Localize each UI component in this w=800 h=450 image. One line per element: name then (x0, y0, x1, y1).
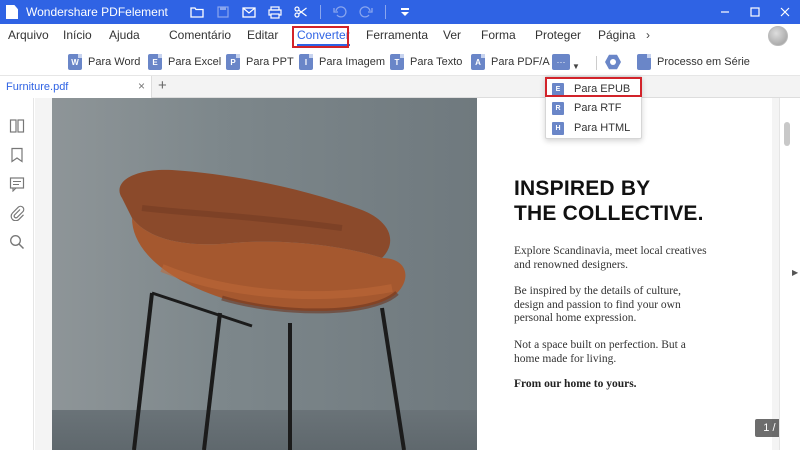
to-image-button[interactable]: I Para Imagem (299, 52, 385, 72)
scrollbar-thumb[interactable] (784, 122, 790, 146)
dropdown-item-to-html[interactable]: H Para HTML (546, 118, 641, 138)
app-logo-icon (0, 0, 24, 24)
toolbar-separator (384, 5, 386, 19)
menu-proteger[interactable]: Proteger (535, 28, 581, 42)
menu-editar[interactable]: Editar (247, 28, 278, 42)
menu-overflow-chevron-icon[interactable]: › (646, 28, 650, 42)
to-text-label: Para Texto (410, 56, 463, 68)
to-excel-label: Para Excel (168, 56, 222, 68)
to-word-button[interactable]: W Para Word (68, 52, 140, 72)
menu-ferramenta[interactable]: Ferramenta (366, 28, 428, 42)
attachment-icon[interactable] (9, 205, 25, 221)
ppt-doc-icon: P (226, 54, 240, 70)
to-html-label: Para HTML (574, 122, 631, 134)
menu-pagina[interactable]: Página (598, 28, 635, 42)
menu-bar: Arquivo Início Ajuda Comentário Editar C… (0, 24, 800, 48)
avatar[interactable] (768, 26, 788, 46)
to-pdfa-button[interactable]: A Para PDF/A (471, 52, 550, 72)
heading-line-2: THE COLLECTIVE. (514, 202, 704, 225)
document-tab-bar: Furniture.pdf × + (0, 76, 800, 98)
vertical-scrollbar[interactable]: ▶ (779, 98, 800, 450)
convert-toolbar: W Para Word E Para Excel P Para PPT I Pa… (0, 48, 800, 76)
to-word-label: Para Word (88, 56, 141, 68)
para2-line1: Be inspired by the details of culture, (514, 285, 682, 297)
document-heading: INSPIRED BY THE COLLECTIVE. (514, 176, 704, 226)
undo-icon[interactable] (327, 0, 353, 24)
to-ppt-button[interactable]: P Para PPT (226, 52, 294, 72)
menu-comentario[interactable]: Comentário (169, 28, 231, 42)
minimize-icon[interactable] (710, 0, 740, 24)
chair-illustration (119, 169, 406, 450)
maximize-icon[interactable] (740, 0, 770, 24)
paragraph-3: Not a space built on perfection. But a h… (514, 339, 744, 366)
batch-process-icon (605, 54, 621, 70)
mail-icon[interactable] (236, 0, 262, 24)
to-text-button[interactable]: T Para Texto (390, 52, 462, 72)
converter-highlight-box (292, 26, 349, 48)
para2-line2: design and passion to find your own (514, 298, 681, 311)
heading-line-1: INSPIRED BY (514, 177, 651, 200)
more-formats-button[interactable]: ··· ▼ (552, 52, 580, 72)
to-ppt-label: Para PPT (246, 56, 294, 68)
window-controls (710, 0, 800, 24)
word-doc-icon: W (68, 54, 82, 70)
dropdown-icon[interactable] (392, 0, 418, 24)
menu-forma[interactable]: Forma (481, 28, 516, 42)
to-image-label: Para Imagem (319, 56, 386, 68)
paragraph-4: From our home to yours. (514, 378, 637, 390)
title-bar: Wondershare PDFelement (0, 0, 800, 24)
menu-ver[interactable]: Ver (443, 28, 461, 42)
page-counter: 1 / 5 (755, 419, 779, 437)
toolbar-separator (596, 56, 597, 70)
menu-arquivo[interactable]: Arquivo (8, 28, 49, 42)
chair-photo (52, 98, 477, 450)
batch-process-button[interactable]: Processo em Série (605, 52, 750, 72)
print-icon[interactable] (262, 0, 288, 24)
scissors-icon[interactable] (288, 0, 314, 24)
pdfa-doc-icon: A (471, 54, 485, 70)
quick-access-toolbar (184, 0, 418, 24)
rtf-doc-icon: R (552, 101, 564, 115)
tab-file-name: Furniture.pdf (6, 81, 69, 93)
search-icon[interactable] (9, 234, 25, 250)
text-doc-icon: T (390, 54, 404, 70)
to-rtf-label: Para RTF (574, 102, 622, 114)
menu-inicio[interactable]: Início (63, 28, 92, 42)
para2-line3: personal home expression. (514, 312, 637, 324)
app-title: Wondershare PDFelement (26, 5, 168, 19)
html-doc-icon: H (552, 121, 564, 135)
add-tab-icon[interactable]: + (158, 77, 167, 94)
save-icon[interactable] (210, 0, 236, 24)
close-icon[interactable] (770, 0, 800, 24)
to-pdfa-label: Para PDF/A (491, 56, 550, 68)
tab-furniture-pdf[interactable]: Furniture.pdf × (0, 76, 152, 98)
dropdown-item-to-rtf[interactable]: R Para RTF (546, 98, 641, 118)
menu-ajuda[interactable]: Ajuda (109, 28, 140, 42)
epub-highlight-box (545, 77, 642, 97)
bookmark-icon[interactable] (9, 147, 25, 163)
para1-line1: Explore Scandinavia, meet local creative… (514, 245, 707, 257)
paragraph-2: Be inspired by the details of culture, d… (514, 285, 744, 326)
to-excel-button[interactable]: E Para Excel (148, 52, 221, 72)
para3-line1: Not a space built on perfection. But a (514, 339, 686, 351)
document-viewer: INSPIRED BY THE COLLECTIVE. Explore Scan… (35, 98, 779, 450)
more-formats-icon: ··· (552, 54, 570, 70)
tab-close-icon[interactable]: × (138, 79, 145, 93)
comment-icon[interactable] (9, 176, 25, 192)
paragraph-1: Explore Scandinavia, meet local creative… (514, 245, 744, 272)
folder-icon[interactable] (184, 0, 210, 24)
excel-doc-icon: E (148, 54, 162, 70)
left-sidebar: ▶ (0, 98, 43, 450)
redo-icon[interactable] (353, 0, 379, 24)
caret-down-icon: ▼ (572, 61, 580, 71)
collapse-right-panel-icon[interactable]: ▶ (792, 268, 798, 277)
toolbar-separator (319, 5, 321, 19)
para1-line2: and renowned designers. (514, 258, 629, 271)
pdf-page: INSPIRED BY THE COLLECTIVE. Explore Scan… (52, 98, 779, 450)
thumbnails-icon[interactable] (9, 118, 25, 134)
image-doc-icon: I (299, 54, 313, 70)
batch-process-label: Processo em Série (657, 56, 750, 68)
batch-doc-icon (637, 54, 651, 70)
para3-line2: home made for living. (514, 352, 617, 365)
